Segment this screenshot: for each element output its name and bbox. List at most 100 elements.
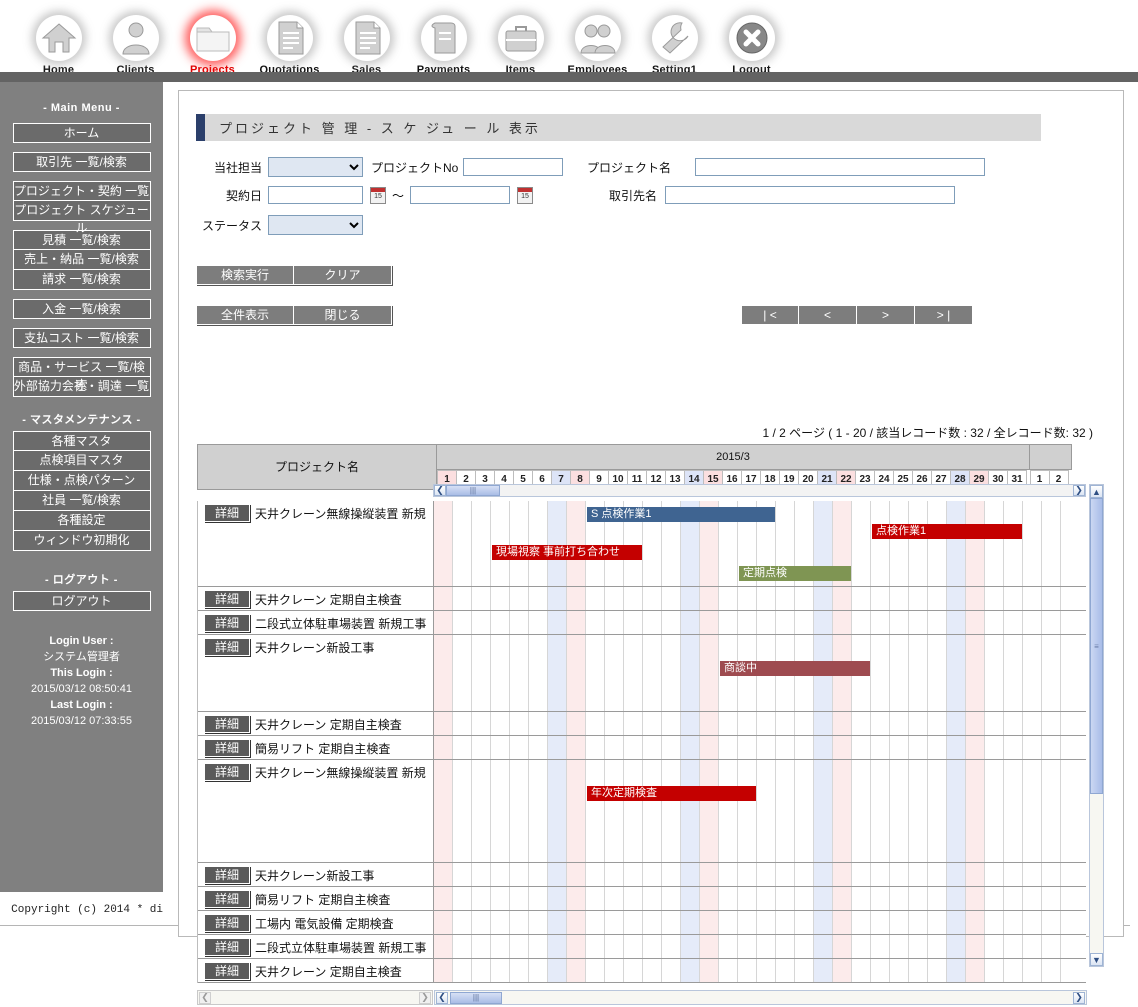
gantt-top-hscrollbar[interactable]: ❮ ||| ❯ xyxy=(433,484,1086,497)
client-name-input[interactable] xyxy=(665,186,955,204)
left-pane-hscrollbar[interactable]: ❮ ❯ xyxy=(197,990,433,1005)
bottom-hscroll-left-arrow[interactable]: ❮ xyxy=(436,991,448,1004)
gantt-grid-cell xyxy=(605,587,624,610)
left-hscroll-right-arrow[interactable]: ❯ xyxy=(419,991,431,1004)
detail-button[interactable]: 詳細 xyxy=(204,614,250,632)
sidebar-item-3-2[interactable]: 請求 一覧/検索 xyxy=(12,270,151,290)
gantt-top-hscroll-right-arrow[interactable]: ❯ xyxy=(1073,485,1085,496)
icon-glow xyxy=(344,15,390,61)
detail-button[interactable]: 詳細 xyxy=(204,715,250,733)
gantt-grid-cell xyxy=(757,760,776,862)
detail-button[interactable]: 詳細 xyxy=(204,938,250,956)
sidebar-maintenance-item-2[interactable]: 仕様・点検パターン xyxy=(12,471,151,491)
pager-next-button[interactable]: > xyxy=(857,305,915,325)
sidebar-maintenance-item-0[interactable]: 各種マスタ xyxy=(12,431,151,451)
sidebar-item-0-0[interactable]: ホーム xyxy=(12,123,151,143)
gantt-grid-cell xyxy=(738,587,757,610)
calendar-icon-to[interactable]: 15 xyxy=(517,186,533,204)
detail-button[interactable]: 詳細 xyxy=(204,638,250,656)
gantt-vscrollbar[interactable]: ▲ ≡ ▼ xyxy=(1089,484,1104,967)
sidebar-item-2-1[interactable]: プロジェクト スケジュール xyxy=(12,201,151,235)
search-button[interactable]: 検索実行 xyxy=(196,265,294,285)
gantt-grid-cell xyxy=(795,959,814,982)
detail-button[interactable]: 詳細 xyxy=(204,962,250,980)
sidebar-maintenance-item-1[interactable]: 点検項目マスタ xyxy=(12,451,151,471)
close-button[interactable]: 閉じる xyxy=(294,305,392,325)
gantt-grid-cell xyxy=(453,760,472,862)
sidebar-logout-item-0[interactable]: ログアウト xyxy=(12,591,151,611)
gantt-grid-cell xyxy=(966,501,985,586)
gantt-grid-cell xyxy=(928,587,947,610)
sidebar-item-3-0[interactable]: 見積 一覧/検索 xyxy=(12,230,151,250)
detail-button[interactable]: 詳細 xyxy=(204,914,250,932)
nav-item-items[interactable]: Items xyxy=(482,15,559,76)
gantt-vscroll-down-arrow[interactable]: ▼ xyxy=(1090,953,1103,966)
nav-item-home[interactable]: Home xyxy=(20,15,97,76)
clear-button[interactable]: クリア xyxy=(294,265,392,285)
gantt-bar[interactable]: 年次定期検査 xyxy=(587,786,756,801)
sidebar-item-4-0[interactable]: 入金 一覧/検索 xyxy=(12,299,151,319)
gantt-grid-cell xyxy=(738,760,757,862)
sidebar-maintenance-item-3[interactable]: 社員 一覧/検索 xyxy=(12,491,151,511)
sidebar-item-3-1[interactable]: 売上・納品 一覧/検索 xyxy=(12,250,151,270)
nav-item-payments[interactable]: Payments xyxy=(405,15,482,76)
sidebar-item-2-0[interactable]: プロジェクト・契約 一覧 xyxy=(12,181,151,201)
gantt-grid-cell xyxy=(966,935,985,958)
gantt-bottom-hscrollbar[interactable]: ❮ ||| ❯ xyxy=(434,990,1087,1005)
nav-item-quotations[interactable]: Quotations xyxy=(251,15,328,76)
last-login-value: 2015/03/12 07:33:55 xyxy=(31,715,132,727)
left-hscroll-left-arrow[interactable]: ❮ xyxy=(199,991,211,1004)
gantt-bar[interactable]: S 点検作業1 xyxy=(587,507,775,522)
nav-item-projects[interactable]: Projects xyxy=(174,15,251,76)
detail-button[interactable]: 詳細 xyxy=(204,866,250,884)
gantt-grid-cell xyxy=(700,736,719,759)
gantt-grid-cell xyxy=(757,863,776,886)
gantt-bar[interactable]: 点検作業1 xyxy=(872,524,1022,539)
gantt-grid-cell xyxy=(567,587,586,610)
page-title: プロジェクト 管 理 - ス ケ ジュ ー ル 表示 xyxy=(219,121,541,136)
sidebar-item-5-0[interactable]: 支払コスト 一覧/検索 xyxy=(12,328,151,348)
nav-item-clients[interactable]: Clients xyxy=(97,15,174,76)
contract-date-from-input[interactable] xyxy=(268,186,363,204)
gantt-grid-cell xyxy=(662,760,681,862)
gantt-grid-cell xyxy=(1004,863,1023,886)
pager-first-button[interactable]: | < xyxy=(741,305,799,325)
contract-date-to-input[interactable] xyxy=(410,186,510,204)
status-select[interactable] xyxy=(268,215,363,235)
nav-item-logout[interactable]: Logout xyxy=(713,15,790,76)
project-name-input[interactable] xyxy=(695,158,985,176)
sidebar-item-1-0[interactable]: 取引先 一覧/検索 xyxy=(12,152,151,172)
bottom-hscroll-right-arrow[interactable]: ❯ xyxy=(1073,991,1085,1004)
detail-button[interactable]: 詳細 xyxy=(204,739,250,757)
gantt-top-hscroll-thumb[interactable]: ||| xyxy=(446,485,500,496)
pager-last-button[interactable]: > | xyxy=(915,305,973,325)
sidebar-maintenance-item-4[interactable]: 各種設定 xyxy=(12,511,151,531)
bottom-hscroll-thumb[interactable]: ||| xyxy=(450,991,502,1004)
gantt-bar[interactable]: 商談中 xyxy=(720,661,870,676)
sidebar-item-6-0[interactable]: 商品・サービス 一覧/検索 xyxy=(12,357,151,392)
nav-item-setting1[interactable]: Setting1 xyxy=(636,15,713,76)
owner-select[interactable] xyxy=(268,157,363,177)
gantt-grid-cell xyxy=(795,736,814,759)
calendar-icon-from[interactable]: 15 xyxy=(370,186,386,204)
gantt-top-hscroll-left-arrow[interactable]: ❮ xyxy=(434,485,446,496)
gantt-bar[interactable]: 現場視察 事前打ち合わせ xyxy=(492,545,642,560)
gantt-grid-cell xyxy=(472,611,491,634)
sidebar-item-6-1[interactable]: 外部協力会社・調達 一覧 xyxy=(12,377,151,397)
project-no-input[interactable] xyxy=(463,158,563,176)
detail-button[interactable]: 詳細 xyxy=(204,890,250,908)
gantt-vscroll-thumb[interactable]: ≡ xyxy=(1090,498,1103,794)
gantt-grid-cell xyxy=(947,935,966,958)
show-all-button[interactable]: 全件表示 xyxy=(196,305,294,325)
pager-prev-button[interactable]: < xyxy=(799,305,857,325)
nav-item-employees[interactable]: Employees xyxy=(559,15,636,76)
gantt-grid-cell xyxy=(491,635,510,711)
gantt-vscroll-up-arrow[interactable]: ▲ xyxy=(1090,485,1103,498)
detail-button[interactable]: 詳細 xyxy=(204,504,250,522)
detail-button[interactable]: 詳細 xyxy=(204,590,250,608)
sidebar-maintenance-item-5[interactable]: ウィンドウ初期化 xyxy=(12,531,151,551)
detail-button[interactable]: 詳細 xyxy=(204,763,250,781)
nav-item-sales[interactable]: Sales xyxy=(328,15,405,76)
gantt-grid-cell xyxy=(586,959,605,982)
gantt-bar[interactable]: 定期点検 xyxy=(739,566,851,581)
